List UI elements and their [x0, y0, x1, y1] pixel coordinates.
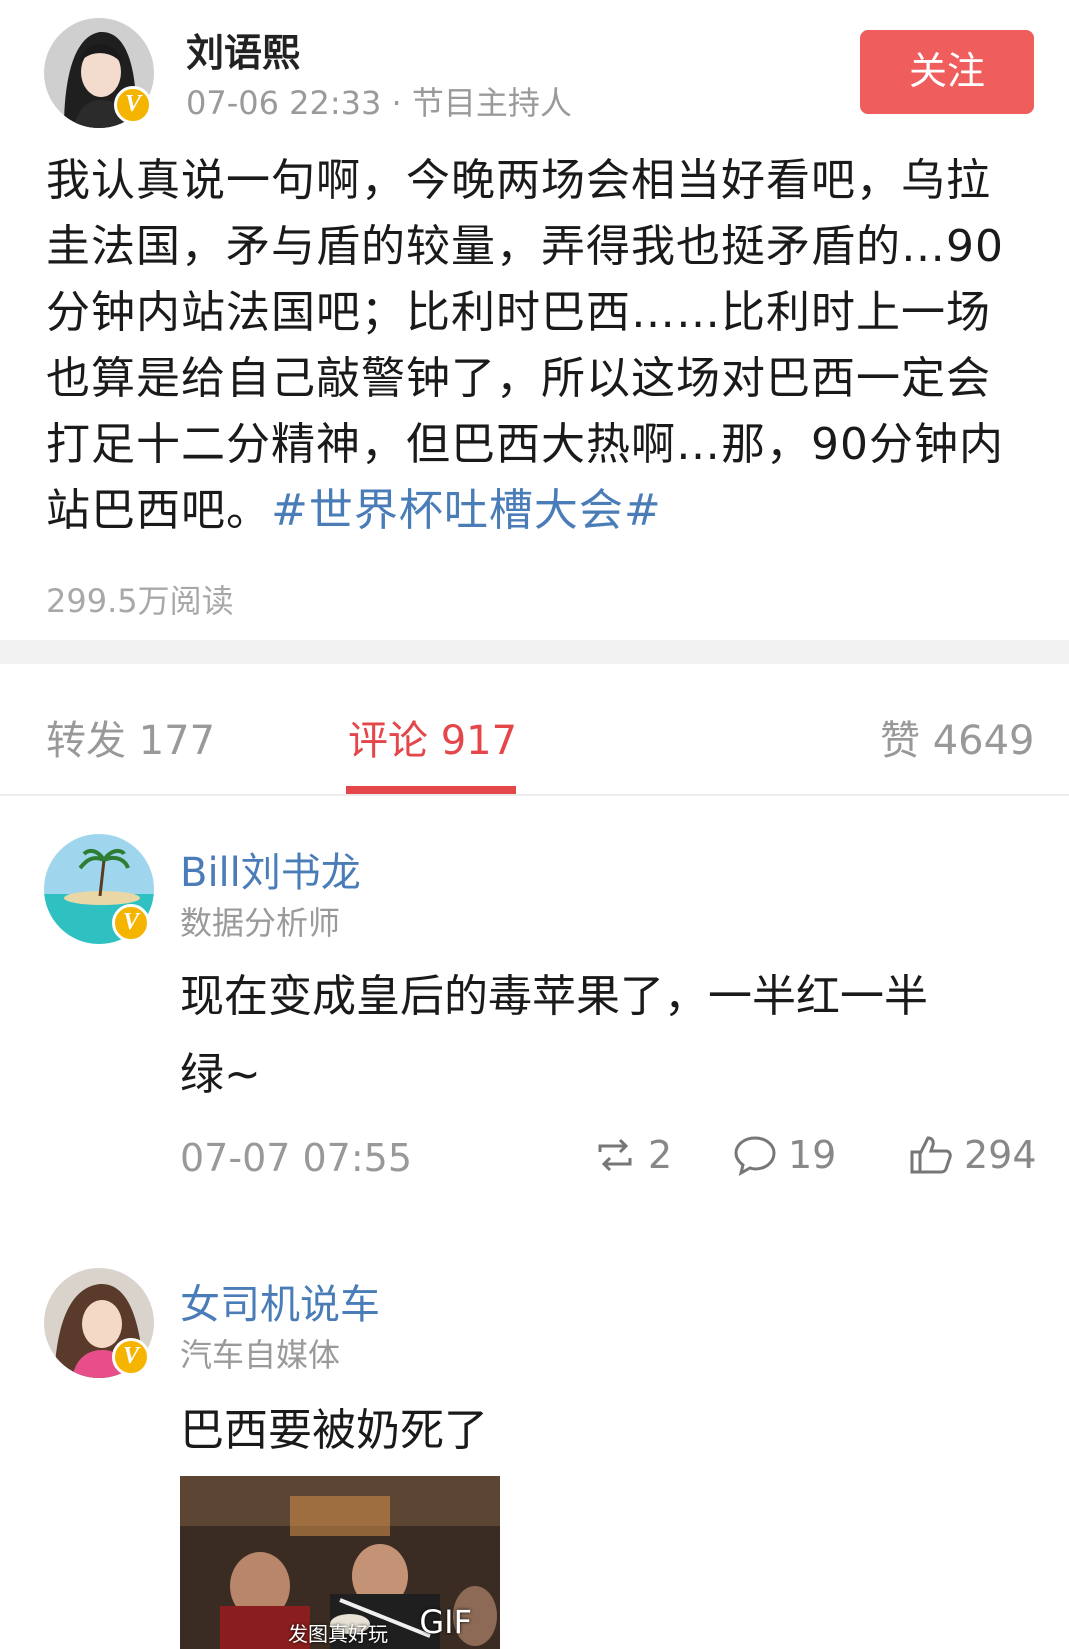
comment-bubble-icon: [734, 1136, 776, 1176]
hashtag-link[interactable]: #世界杯吐槽大会#: [271, 485, 662, 536]
active-tab-indicator: [346, 786, 516, 794]
tab-repost[interactable]: 转发 177: [46, 708, 215, 766]
verified-badge-icon: V: [112, 904, 150, 942]
repost-count: 2: [648, 1133, 673, 1177]
post-time: 07-06 22:33: [186, 84, 382, 122]
comment-repost-button[interactable]: 2: [592, 1132, 672, 1178]
comment-gif-image[interactable]: 发图真好玩 GIF: [180, 1476, 500, 1649]
author-role: 节目主持人: [411, 84, 572, 122]
reply-count: 19: [788, 1133, 837, 1177]
post-meta: 07-06 22:33 · 节目主持人: [186, 78, 572, 124]
comment-like-button[interactable]: 294: [908, 1132, 1037, 1178]
verified-badge-icon: V: [114, 86, 152, 124]
gif-badge: GIF: [419, 1603, 472, 1641]
section-divider: [0, 640, 1069, 664]
commenter-role: 数据分析师: [180, 904, 341, 942]
post-text: 我认真说一句啊，今晚两场会相当好看吧，乌拉圭法国，矛与盾的较量，弄得我也挺矛盾的…: [46, 155, 1004, 536]
commenter-avatar[interactable]: V: [44, 1268, 154, 1378]
tab-likes[interactable]: 赞 4649: [880, 708, 1035, 766]
comment-time: 07-07 07:55: [180, 1136, 413, 1180]
tab-comments[interactable]: 评论 917: [348, 708, 517, 766]
verified-badge-icon: V: [112, 1338, 150, 1376]
interaction-tabs: 转发 177 评论 917 赞 4649: [0, 664, 1069, 796]
commenter-name[interactable]: 女司机说车: [180, 1272, 380, 1330]
thumbs-up-icon: [910, 1136, 952, 1174]
author-avatar[interactable]: V: [44, 18, 154, 128]
weibo-post: V 刘语熙 07-06 22:33 · 节目主持人 关注 我认真说一句啊，今晚两…: [0, 0, 1069, 640]
comment-text: 现在变成皇后的毒苹果了，一半红一半 绿~: [180, 958, 1010, 1114]
follow-button[interactable]: 关注: [860, 30, 1034, 114]
commenter-avatar[interactable]: V: [44, 834, 154, 944]
comment-text-line: 绿~: [180, 1049, 261, 1100]
repost-icon: [598, 1138, 632, 1172]
read-count: 299.5万阅读: [46, 582, 234, 620]
meta-separator: ·: [391, 84, 402, 122]
commenter-name[interactable]: Bill刘书龙: [180, 840, 361, 898]
author-name[interactable]: 刘语熙: [186, 22, 300, 77]
post-body: 我认真说一句啊，今晚两场会相当好看吧，乌拉圭法国，矛与盾的较量，弄得我也挺矛盾的…: [46, 148, 1026, 544]
gif-watermark-caption: 发图真好玩: [288, 1622, 388, 1646]
commenter-role: 汽车自媒体: [180, 1336, 341, 1374]
comment-text-line: 现在变成皇后的毒苹果了，一半红一半: [180, 971, 928, 1022]
comment-reply-button[interactable]: 19: [732, 1132, 836, 1178]
comment-text: 巴西要被奶死了: [180, 1405, 488, 1456]
like-count: 294: [964, 1133, 1037, 1177]
